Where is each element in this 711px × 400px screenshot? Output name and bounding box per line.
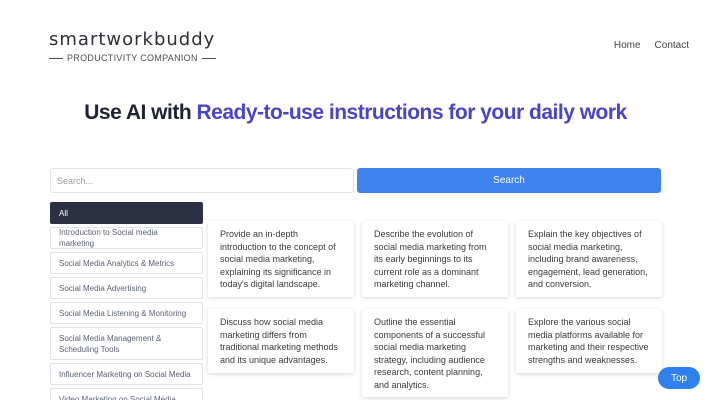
nav-contact-link[interactable]: Contact — [655, 40, 689, 51]
prompt-card[interactable]: Describe the evolution of social media m… — [362, 221, 508, 297]
category-intro-social-media-marketing[interactable]: Introduction to Social media marketing — [50, 227, 203, 249]
brand-tagline-row: PRODUCTIVITY COMPANION — [49, 53, 216, 63]
category-all[interactable]: All — [50, 202, 203, 224]
tagline-dash-right — [201, 57, 216, 59]
prompt-card[interactable]: Discuss how social media marketing diffe… — [208, 309, 354, 373]
search-input[interactable] — [50, 168, 354, 193]
top-nav: Home Contact — [614, 40, 689, 51]
title-lead: Use AI with — [84, 101, 197, 124]
category-listening-monitoring[interactable]: Social Media Listening & Monitoring — [50, 302, 203, 324]
prompt-card[interactable]: Provide an in-depth introduction to the … — [208, 221, 354, 297]
prompt-card[interactable]: Explore the various social media platfor… — [516, 309, 662, 373]
category-analytics-metrics[interactable]: Social Media Analytics & Metrics — [50, 252, 203, 274]
brand-name: smartworkbuddy — [49, 29, 216, 50]
nav-home-link[interactable]: Home — [614, 40, 641, 51]
tagline-dash-left — [49, 57, 63, 59]
prompt-card[interactable]: Outline the essential components of a su… — [362, 309, 508, 397]
category-influencer-marketing[interactable]: Influencer Marketing on Social Media — [50, 363, 203, 385]
brand-logo[interactable]: smartworkbuddy PRODUCTIVITY COMPANION — [49, 30, 216, 63]
page-title: Use AI with Ready-to-use instructions fo… — [0, 101, 711, 125]
back-to-top-button[interactable]: Top — [658, 367, 700, 389]
category-video-marketing[interactable]: Video Marketing on Social Media — [50, 388, 203, 400]
title-accent: Ready-to-use instructions for your daily… — [196, 101, 628, 124]
brand-tagline: PRODUCTIVITY COMPANION — [67, 53, 198, 63]
category-management-scheduling[interactable]: Social Media Management & Scheduling Too… — [50, 327, 203, 360]
prompt-card[interactable]: Explain the key objectives of social med… — [516, 221, 662, 297]
category-advertising[interactable]: Social Media Advertising — [50, 277, 203, 299]
search-button[interactable]: Search — [357, 168, 661, 193]
category-sidebar: All Introduction to Social media marketi… — [50, 202, 203, 400]
